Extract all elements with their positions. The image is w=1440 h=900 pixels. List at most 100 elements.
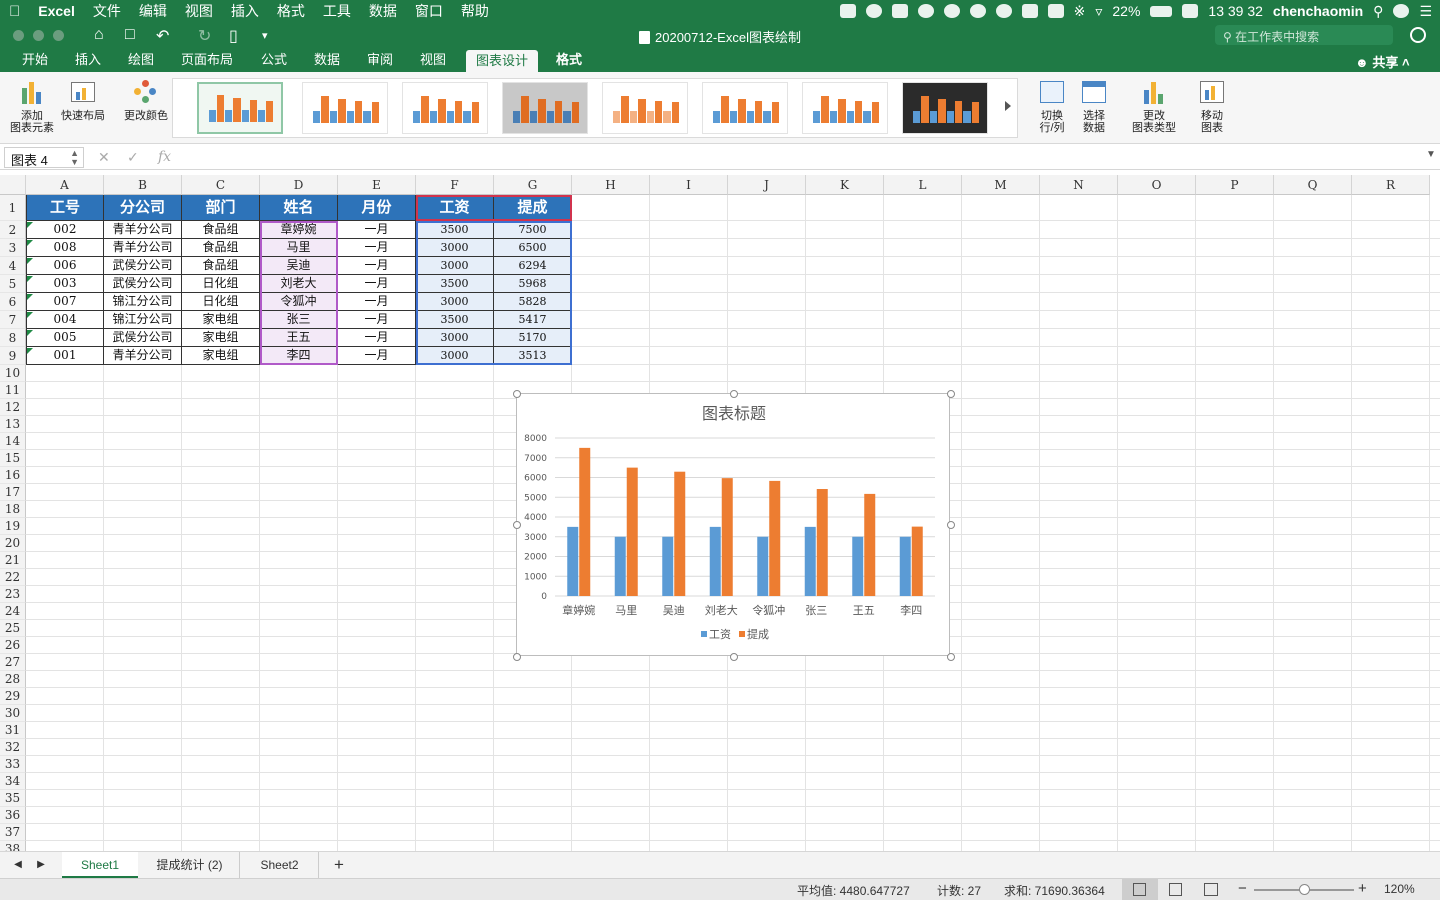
row-header-9[interactable]: 9 (0, 347, 26, 365)
column-header-l[interactable]: L (884, 175, 962, 195)
row-header-28[interactable]: 28 (0, 671, 26, 688)
menu-data[interactable]: 数据 (360, 1, 406, 21)
row-header-15[interactable]: 15 (0, 450, 26, 467)
menu-file[interactable]: 文件 (84, 1, 130, 21)
tab-formulas[interactable]: 公式 (251, 48, 297, 72)
column-header-c[interactable]: C (182, 175, 260, 195)
cell-branch[interactable]: 青羊分公司 (104, 239, 182, 257)
header-cell-name[interactable]: 姓名 (260, 195, 338, 221)
select-all-corner[interactable] (0, 175, 26, 195)
column-header-p[interactable]: P (1196, 175, 1274, 195)
chat-icon[interactable] (943, 4, 960, 18)
name-box-stepper-icon[interactable]: ▲ ▼ (70, 149, 79, 167)
name-box[interactable]: 图表 4 ▲ ▼ (4, 147, 84, 168)
column-header-i[interactable]: I (650, 175, 728, 195)
column-header-e[interactable]: E (338, 175, 416, 195)
row-header-10[interactable]: 10 (0, 365, 26, 382)
zoom-level[interactable]: 120% (1384, 882, 1415, 896)
select-data-button[interactable]: 选择 数据 (1074, 78, 1114, 134)
column-header-g[interactable]: G (494, 175, 572, 195)
cell-branch[interactable]: 武侯分公司 (104, 275, 182, 293)
confirm-icon[interactable]: ✓ (127, 149, 139, 166)
wifi-icon[interactable]: ▿ (1095, 3, 1102, 20)
insert-function-icon[interactable]: fx (158, 149, 171, 165)
bar-commission[interactable] (674, 471, 686, 596)
cell-employee-id[interactable]: 008 (26, 239, 104, 257)
tray-app-icon-2[interactable] (891, 4, 908, 18)
chart-style-8[interactable] (902, 82, 988, 134)
bar-salary[interactable] (614, 536, 626, 596)
bar-commission[interactable] (721, 478, 733, 596)
input-method-icon[interactable] (1182, 4, 1199, 18)
sheet-tab-commission-stats[interactable]: 提成统计 (2) (140, 852, 240, 878)
prev-sheet-arrow-icon[interactable]: ◀ (10, 852, 26, 878)
row-header-14[interactable]: 14 (0, 433, 26, 450)
cell-month[interactable]: 一月 (338, 221, 416, 239)
chart-resize-handle[interactable] (513, 390, 521, 398)
row-header-7[interactable]: 7 (0, 311, 26, 329)
cell-department[interactable]: 家电组 (182, 329, 260, 347)
row-header-22[interactable]: 22 (0, 569, 26, 586)
worksheet-grid[interactable]: ABCDEFGHIJKLMNOPQR 1 2 3 4 5 6 7 8 9 10 11 12 13 14 15… (0, 175, 1440, 851)
column-header-f[interactable]: F (416, 175, 494, 195)
row-header-19[interactable]: 19 (0, 518, 26, 535)
column-header-q[interactable]: Q (1274, 175, 1352, 195)
column-header-d[interactable]: D (260, 175, 338, 195)
bar-commission[interactable] (579, 447, 591, 596)
cell-department[interactable]: 日化组 (182, 293, 260, 311)
column-header-k[interactable]: K (806, 175, 884, 195)
chart-style-5[interactable] (602, 82, 688, 134)
bar-commission[interactable] (626, 467, 638, 596)
row-header-30[interactable]: 30 (0, 705, 26, 722)
row-header-6[interactable]: 6 (0, 293, 26, 311)
account-icon[interactable] (1410, 27, 1426, 43)
battery-icon[interactable] (1150, 5, 1173, 17)
cell-branch[interactable]: 武侯分公司 (104, 329, 182, 347)
header-cell-branch[interactable]: 分公司 (104, 195, 182, 221)
number-as-text-warning-icon[interactable] (27, 348, 33, 354)
tab-home[interactable]: 开始 (12, 48, 58, 72)
number-as-text-warning-icon[interactable] (27, 330, 33, 336)
row-header-29[interactable]: 29 (0, 688, 26, 705)
cell-department[interactable]: 食品组 (182, 239, 260, 257)
row-header-18[interactable]: 18 (0, 501, 26, 518)
row-header-24[interactable]: 24 (0, 603, 26, 620)
row-header-32[interactable]: 32 (0, 739, 26, 756)
clock[interactable]: 13 39 32 (1208, 3, 1263, 19)
next-sheet-arrow-icon[interactable]: ▶ (33, 852, 49, 878)
column-header-m[interactable]: M (962, 175, 1040, 195)
chart-style-2[interactable] (302, 82, 388, 134)
bar-salary[interactable] (899, 536, 911, 596)
menu-insert[interactable]: 插入 (222, 1, 268, 21)
sheet-tab-sheet1[interactable]: Sheet1 (62, 852, 138, 878)
change-chart-type-button[interactable]: 更改 图表类型 (1128, 78, 1180, 134)
cell-department[interactable]: 日化组 (182, 275, 260, 293)
menu-edit[interactable]: 编辑 (130, 1, 176, 21)
number-as-text-warning-icon[interactable] (27, 222, 33, 228)
spotlight-search-icon[interactable]: ⚲ (1373, 3, 1383, 20)
header-cell-employee-id[interactable]: 工号 (26, 195, 104, 221)
notification-bell-icon[interactable] (969, 4, 986, 18)
number-as-text-warning-icon[interactable] (27, 240, 33, 246)
chart-style-4[interactable] (502, 82, 588, 134)
cell-department[interactable]: 家电组 (182, 311, 260, 329)
column-header-n[interactable]: N (1040, 175, 1118, 195)
bar-commission[interactable] (864, 493, 876, 596)
username[interactable]: chenchaomin (1273, 3, 1363, 19)
column-header-j[interactable]: J (728, 175, 806, 195)
zoom-slider-handle[interactable] (1299, 884, 1310, 895)
bar-salary[interactable] (709, 526, 721, 596)
row-header-8[interactable]: 8 (0, 329, 26, 347)
cell-month[interactable]: 一月 (338, 239, 416, 257)
row-header-4[interactable]: 4 (0, 257, 26, 275)
tab-chart-design[interactable]: 图表设计 (466, 50, 539, 72)
menu-window[interactable]: 窗口 (406, 1, 452, 21)
row-header-3[interactable]: 3 (0, 239, 26, 257)
row-header-13[interactable]: 13 (0, 416, 26, 433)
cell-month[interactable]: 一月 (338, 347, 416, 365)
number-as-text-warning-icon[interactable] (27, 258, 33, 264)
tab-view[interactable]: 视图 (410, 48, 456, 72)
row-header-25[interactable]: 25 (0, 620, 26, 637)
row-header-37[interactable]: 37 (0, 824, 26, 841)
row-header-11[interactable]: 11 (0, 382, 26, 399)
